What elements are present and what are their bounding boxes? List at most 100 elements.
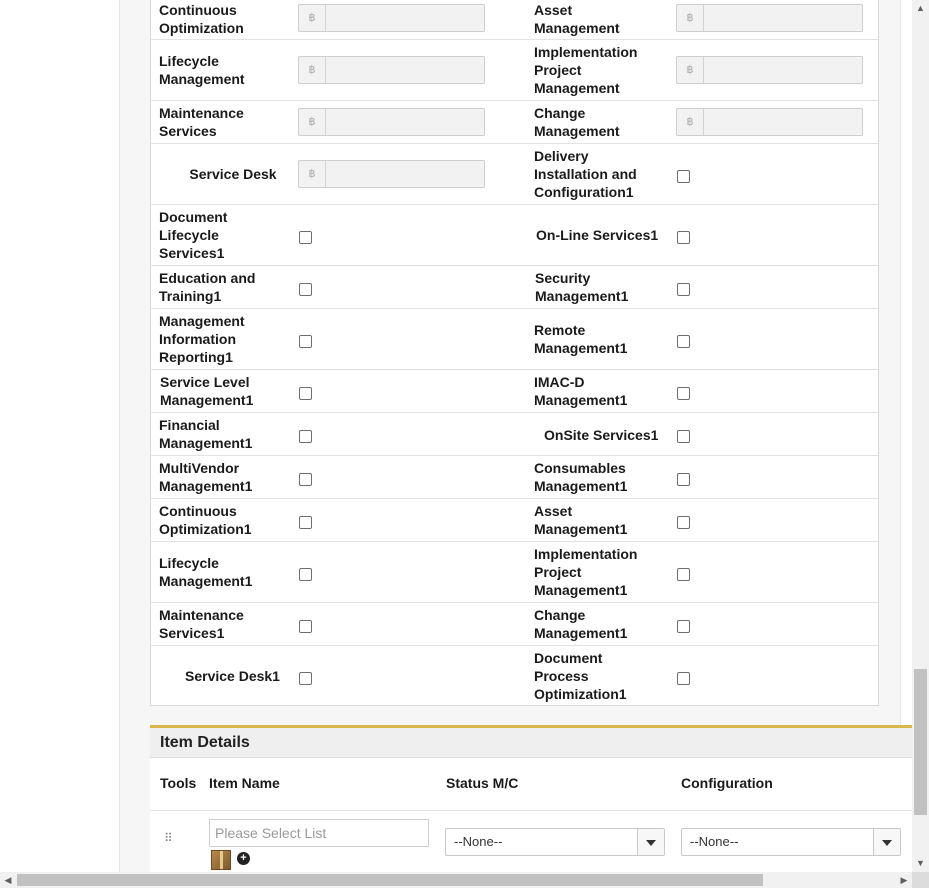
vertical-scrollbar[interactable]: ▲ ▼	[912, 0, 929, 872]
chevron-down-icon[interactable]	[637, 829, 664, 855]
service-row: Financial Management1 OnSite Services1	[151, 413, 878, 456]
service-label: OnSite Services1	[544, 427, 659, 443]
service-amount-field[interactable]: ฿	[298, 108, 485, 136]
currency-symbol: ฿	[299, 57, 326, 83]
service-row: Education and Training1 Security Managem…	[151, 266, 878, 309]
service-label: Asset Management1	[534, 503, 628, 537]
service-checkbox[interactable]	[677, 620, 690, 633]
service-row: MultiVendor Management1 Consumables Mana…	[151, 456, 878, 499]
service-label: Security Management1	[535, 270, 629, 304]
service-checkbox[interactable]	[299, 620, 312, 633]
chevron-down-icon[interactable]	[873, 829, 900, 855]
service-checkbox[interactable]	[677, 568, 690, 581]
service-label: Change Management1	[534, 607, 628, 641]
vertical-scroll-thumb[interactable]	[914, 669, 927, 815]
status-select[interactable]: --None--	[445, 828, 665, 856]
status-select-value: --None--	[454, 834, 503, 849]
add-circle-icon[interactable]: +	[237, 852, 250, 865]
service-row: Maintenance Services1 Change Management1	[151, 603, 878, 646]
configuration-select-value: --None--	[690, 834, 739, 849]
item-details-header: Item Details	[150, 728, 912, 758]
service-label: Continuous Optimization1	[159, 503, 252, 537]
service-label: Consumables Management1	[534, 460, 628, 494]
service-checkbox[interactable]	[299, 473, 312, 486]
scroll-down-arrow-icon[interactable]: ▼	[912, 855, 929, 872]
scroll-left-arrow-icon[interactable]: ◀	[0, 872, 16, 888]
service-checkbox[interactable]	[677, 387, 690, 400]
service-amount-field[interactable]: ฿	[298, 56, 485, 84]
service-checkbox[interactable]	[677, 516, 690, 529]
service-label: Lifecycle Management	[159, 53, 245, 87]
package-icon[interactable]	[211, 850, 231, 870]
service-label: Lifecycle Management1	[159, 555, 253, 589]
service-checkbox[interactable]	[299, 516, 312, 529]
scroll-right-arrow-icon[interactable]: ▶	[896, 872, 912, 888]
service-row: Lifecycle Management1 Implementation Pro…	[151, 542, 878, 603]
scroll-up-arrow-icon[interactable]: ▲	[912, 0, 929, 17]
service-row: Maintenance Services ฿ Change Management…	[151, 101, 878, 144]
currency-symbol: ฿	[677, 57, 704, 83]
service-checkbox[interactable]	[299, 231, 312, 244]
item-name-input[interactable]: Please Select List	[209, 819, 429, 847]
column-header-configuration: Configuration	[681, 775, 773, 791]
service-checkbox[interactable]	[299, 387, 312, 400]
service-label: Education and Training1	[159, 270, 256, 304]
service-checkbox[interactable]	[299, 568, 312, 581]
service-row: Service Desk ฿ Delivery Installation and…	[151, 144, 878, 205]
service-label: Service Desk	[189, 166, 277, 182]
header-divider	[150, 810, 912, 811]
service-label: Management Information Reporting1	[159, 313, 245, 365]
service-checkbox[interactable]	[299, 283, 312, 296]
horizontal-scroll-thumb[interactable]	[17, 874, 763, 886]
service-label: IMAC-D Management1	[534, 374, 628, 408]
service-checkbox[interactable]	[299, 672, 312, 685]
currency-symbol: ฿	[299, 109, 326, 135]
currency-symbol: ฿	[677, 5, 704, 31]
item-details-title: Item Details	[160, 734, 250, 751]
service-row: Service Level Management1 IMAC-D Managem…	[151, 370, 878, 413]
service-amount-field[interactable]: ฿	[676, 56, 863, 84]
service-checkbox[interactable]	[677, 231, 690, 244]
service-checkbox[interactable]	[677, 170, 690, 183]
service-checkbox[interactable]	[299, 430, 312, 443]
service-amount-field[interactable]: ฿	[298, 4, 485, 32]
service-row: Continuous Optimization1 Asset Managemen…	[151, 499, 878, 542]
item-details-section: Item Details Tools Item Name Status M/C …	[150, 728, 912, 872]
service-checkbox[interactable]	[677, 473, 690, 486]
service-checkbox[interactable]	[299, 335, 312, 348]
configuration-select[interactable]: --None--	[681, 828, 901, 856]
service-label: Document Process Optimization1	[534, 650, 627, 702]
service-amount-field[interactable]: ฿	[676, 108, 863, 136]
left-gutter	[0, 0, 120, 872]
service-label: Remote Management1	[534, 322, 628, 356]
column-header-status: Status M/C	[446, 775, 519, 791]
service-label: Continuous Optimization	[159, 2, 244, 36]
service-row: Document Lifecycle Services1 On-Line Ser…	[151, 205, 878, 266]
service-checkbox[interactable]	[677, 430, 690, 443]
services-table: Continuous Optimization ฿ Asset Manageme…	[150, 0, 879, 706]
service-row: Service Desk1 Document Process Optimizat…	[151, 646, 878, 706]
service-row: Lifecycle Management ฿ Implementation Pr…	[151, 40, 878, 101]
service-label: Implementation Project Management1	[534, 546, 638, 598]
service-row: Management Information Reporting1 Remote…	[151, 309, 878, 370]
service-label: Document Lifecycle Services1	[159, 209, 228, 261]
scrollbar-corner	[912, 872, 929, 888]
service-label: Financial Management1	[159, 417, 253, 451]
service-checkbox[interactable]	[677, 672, 690, 685]
service-label: Implementation Project Management	[534, 44, 638, 96]
currency-symbol: ฿	[677, 109, 704, 135]
service-checkbox[interactable]	[677, 335, 690, 348]
service-label: MultiVendor Management1	[159, 460, 253, 494]
service-checkbox[interactable]	[677, 283, 690, 296]
service-row: Continuous Optimization ฿ Asset Manageme…	[151, 0, 878, 40]
column-header-tools: Tools	[160, 775, 197, 791]
service-label: Change Management	[534, 105, 620, 139]
service-amount-field[interactable]: ฿	[298, 160, 485, 188]
drag-handle-icon[interactable]: ⠿	[164, 832, 174, 849]
horizontal-scrollbar[interactable]: ◀ ▶	[0, 872, 929, 888]
service-label: Delivery Installation and Configuration1	[534, 148, 637, 200]
currency-symbol: ฿	[299, 161, 326, 187]
service-amount-field[interactable]: ฿	[676, 4, 863, 32]
service-label: On-Line Services1	[536, 227, 659, 243]
service-label: Maintenance Services	[159, 105, 244, 139]
